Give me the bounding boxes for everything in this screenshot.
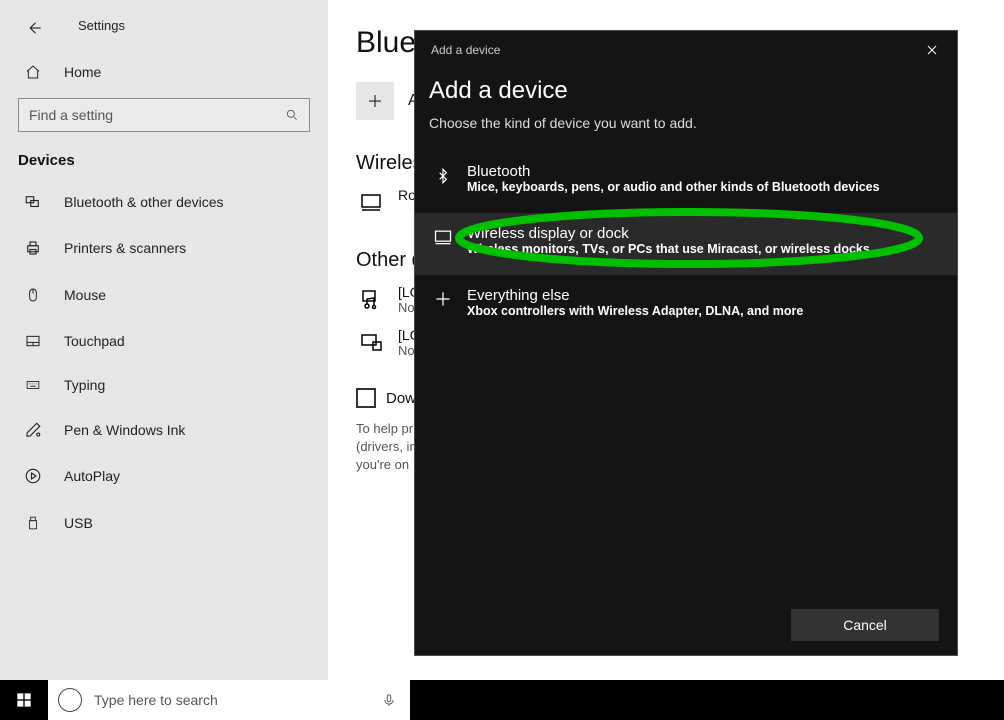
sidebar-item-printers[interactable]: Printers & scanners: [0, 225, 328, 271]
sidebar-item-typing[interactable]: Typing: [0, 363, 328, 407]
plus-icon: [429, 287, 457, 325]
cancel-button[interactable]: Cancel: [791, 609, 939, 641]
device-option-other[interactable]: Everything elseXbox controllers with Wir…: [415, 275, 957, 337]
sidebar-item-label: Bluetooth & other devices: [64, 194, 224, 210]
search-icon: [285, 108, 299, 122]
device-option-bluetooth[interactable]: BluetoothMice, keyboards, pens, or audio…: [415, 151, 957, 213]
windows-icon: [16, 692, 32, 708]
sidebar-item-usb[interactable]: USB: [0, 499, 328, 547]
bluetooth-mixed-icon: [22, 193, 44, 211]
mic-button[interactable]: [378, 691, 400, 709]
cancel-label: Cancel: [843, 617, 887, 633]
mouse-icon: [22, 285, 44, 305]
option-title: Everything else: [467, 287, 803, 304]
monitor-icon: [429, 225, 457, 263]
option-title: Wireless display or dock: [467, 225, 870, 242]
pen-icon: [22, 421, 44, 439]
touchpad-icon: [22, 333, 44, 349]
add-device-plus-button[interactable]: [356, 82, 394, 120]
sidebar-section-header: Devices: [0, 152, 328, 179]
sidebar-item-label: USB: [64, 515, 93, 531]
back-arrow-icon: [25, 19, 43, 37]
sidebar-item-mouse[interactable]: Mouse: [0, 271, 328, 319]
option-description: Mice, keyboards, pens, or audio and othe…: [467, 180, 880, 194]
home-icon: [22, 64, 44, 80]
search-placeholder: Find a setting: [29, 107, 285, 123]
monitor-icon: [356, 187, 386, 217]
window-title: Settings: [78, 18, 125, 33]
sidebar-item-label: Typing: [64, 377, 105, 393]
checkbox[interactable]: [356, 388, 376, 408]
dialog-titlebar-text: Add a device: [431, 43, 500, 57]
home-label: Home: [64, 64, 101, 80]
device-option-wireless[interactable]: Wireless display or dockWireless monitor…: [415, 213, 957, 275]
taskbar-search[interactable]: Type here to search: [48, 680, 410, 720]
sidebar-item-label: Mouse: [64, 287, 106, 303]
keyboard-icon: [22, 378, 44, 392]
sidebar-item-label: Touchpad: [64, 333, 125, 349]
dialog-close-button[interactable]: [923, 41, 941, 59]
option-title: Bluetooth: [467, 163, 880, 180]
sidebar-item-label: Printers & scanners: [64, 240, 186, 256]
dialog-subheading: Choose the kind of device you want to ad…: [429, 115, 943, 131]
sidebar-item-label: Pen & Windows Ink: [64, 422, 185, 438]
autoplay-icon: [22, 467, 44, 485]
sidebar-item-pen[interactable]: Pen & Windows Ink: [0, 407, 328, 453]
settings-search[interactable]: Find a setting: [18, 98, 310, 132]
settings-window: Settings Home Find a setting Devices Blu…: [0, 0, 1004, 720]
microphone-icon: [382, 691, 396, 709]
sidebar-item-bluetooth[interactable]: Bluetooth & other devices: [0, 179, 328, 225]
bluetooth-icon: [429, 163, 457, 201]
taskbar: Type here to search: [0, 680, 1004, 720]
dialog-heading: Add a device: [429, 71, 943, 115]
plus-icon: [366, 92, 384, 110]
usb-icon: [22, 513, 44, 533]
taskbar-search-placeholder: Type here to search: [94, 692, 378, 708]
option-description: Xbox controllers with Wireless Adapter, …: [467, 304, 803, 318]
sidebar-item-label: AutoPlay: [64, 468, 120, 484]
sidebar-item-touchpad[interactable]: Touchpad: [0, 319, 328, 363]
display-device-icon: [356, 327, 386, 357]
close-icon: [926, 44, 938, 56]
start-button[interactable]: [0, 680, 48, 720]
back-button[interactable]: [16, 10, 52, 46]
sidebar-item-autoplay[interactable]: AutoPlay: [0, 453, 328, 499]
settings-sidebar: Settings Home Find a setting Devices Blu…: [0, 0, 328, 680]
option-description: Wireless monitors, TVs, or PCs that use …: [467, 242, 870, 256]
home-nav[interactable]: Home: [0, 46, 328, 92]
cortana-icon: [58, 688, 82, 712]
printer-icon: [22, 239, 44, 257]
media-icon: [356, 284, 386, 314]
add-device-dialog: Add a device Add a device Choose the kin…: [414, 30, 958, 656]
